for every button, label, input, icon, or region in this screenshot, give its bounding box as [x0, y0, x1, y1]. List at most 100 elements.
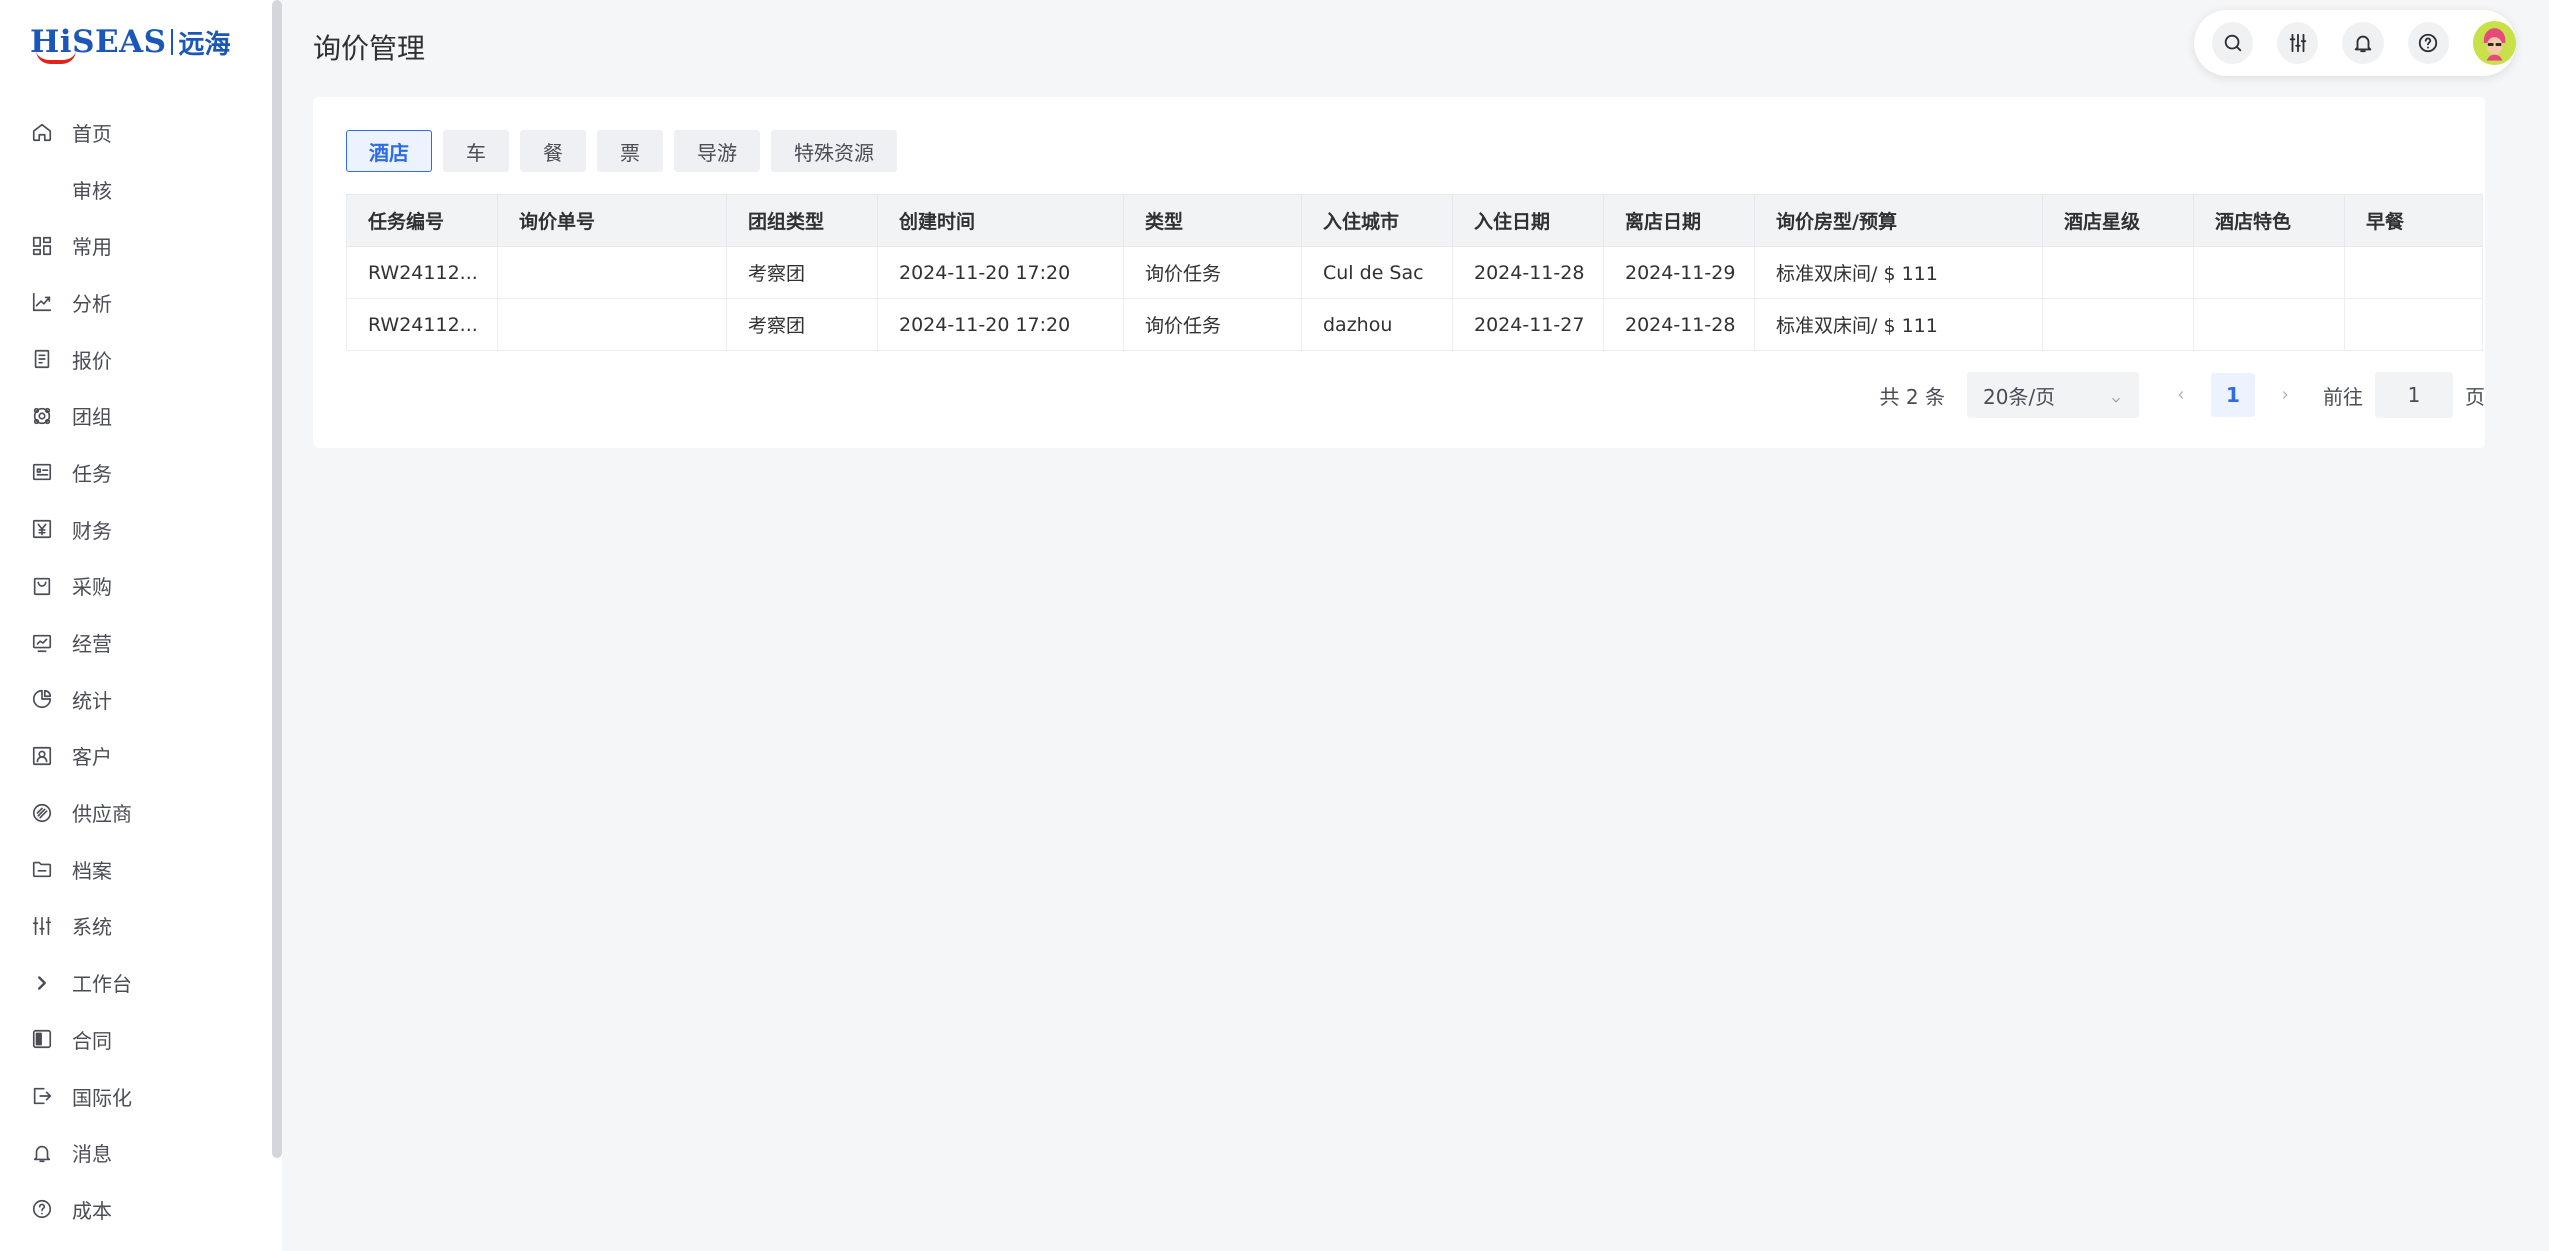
sidebar-item-customer[interactable]: 客户 — [0, 728, 270, 785]
tab-meal[interactable]: 餐 — [520, 130, 586, 172]
sidebar-item-cost[interactable]: 成本 — [0, 1181, 270, 1238]
sidebar-item-label: 首页 — [72, 121, 112, 146]
table-cell — [2344, 298, 2483, 351]
notification-button[interactable] — [2342, 22, 2384, 64]
table-cell: RW24112... — [346, 298, 498, 351]
sidebar-item-i18n[interactable]: 国际化 — [0, 1068, 270, 1125]
column-header[interactable]: 早餐 — [2344, 194, 2483, 247]
sidebar-item-label: 财务 — [72, 518, 112, 543]
column-header[interactable]: 询价房型/预算 — [1754, 194, 2043, 247]
chevron-down-icon — [2109, 388, 2123, 403]
home-icon — [30, 120, 54, 144]
table-cell: RW24112... — [346, 246, 498, 299]
chevron-left-icon — [2178, 391, 2184, 399]
sidebar-item-message[interactable]: 消息 — [0, 1124, 270, 1181]
goto-label: 前往 — [2323, 384, 2363, 409]
sidebar-item-label: 统计 — [72, 688, 112, 713]
sliders-icon — [30, 914, 54, 938]
sidebar-item-common[interactable]: 常用 — [0, 217, 270, 274]
tab-hotel[interactable]: 酒店 — [346, 130, 432, 172]
column-header[interactable]: 离店日期 — [1603, 194, 1755, 247]
bell-icon — [30, 1141, 54, 1165]
sidebar-item-home[interactable]: 首页 — [0, 104, 270, 161]
column-header[interactable]: 任务编号 — [346, 194, 498, 247]
column-header[interactable]: 酒店特色 — [2193, 194, 2345, 247]
sidebar-item-group[interactable]: 团组 — [0, 387, 270, 444]
sidebar-item-label: 合同 — [72, 1028, 112, 1053]
settings-button[interactable] — [2277, 22, 2319, 64]
column-header[interactable]: 酒店星级 — [2042, 194, 2194, 247]
sidebar-item-quote[interactable]: 报价 — [0, 331, 270, 388]
table-row[interactable]: RW24112... 考察团 2024-11-20 17:20 询价任务 daz… — [346, 298, 2483, 351]
pagination-total: 共 2 条 — [1879, 384, 1945, 409]
goto-page-input[interactable] — [2375, 372, 2453, 418]
table-cell: 询价任务 — [1123, 246, 1302, 299]
sidebar-item-statistics[interactable]: 统计 — [0, 671, 270, 728]
sidebar-item-finance[interactable]: 财务 — [0, 501, 270, 558]
sidebar-item-label: 团组 — [72, 405, 112, 430]
sidebar-item-task[interactable]: 任务 — [0, 444, 270, 501]
table-row[interactable]: RW24112... 考察团 2024-11-20 17:20 询价任务 Cul… — [346, 246, 2483, 299]
table-cell: 2024-11-28 — [1603, 298, 1755, 351]
sidebar-item-archive[interactable]: 档案 — [0, 841, 270, 898]
sidebar-item-workbench[interactable]: 工作台 — [0, 954, 270, 1011]
sidebar-menu: 首页 审核 常用 分析 报价 团组 任务 财务 采购 经营 统计 客户 供应商 … — [0, 104, 270, 1238]
prev-page-button[interactable] — [2169, 388, 2193, 402]
table-cell: 2024-11-29 — [1603, 246, 1755, 299]
yen-icon — [30, 517, 54, 541]
column-header[interactable]: 入住城市 — [1301, 194, 1453, 247]
next-page-button[interactable] — [2273, 388, 2297, 402]
folder-icon — [30, 857, 54, 881]
inquiry-card: 酒店 车 餐 票 导游 特殊资源 任务编号 询价单号 团组类型 创建时间 类型 … — [313, 97, 2485, 448]
table-cell: 2024-11-27 — [1452, 298, 1604, 351]
page-size-select[interactable]: 20条/页 — [1967, 372, 2139, 418]
sidebar-item-supplier[interactable]: 供应商 — [0, 784, 270, 841]
sidebar-item-operation[interactable]: 经营 — [0, 614, 270, 671]
inquiry-table: 任务编号 询价单号 团组类型 创建时间 类型 入住城市 入住日期 离店日期 询价… — [346, 194, 2483, 351]
user-avatar-icon — [2472, 21, 2516, 65]
goto-unit: 页 — [2465, 384, 2485, 409]
table-cell: 2024-11-20 17:20 — [877, 298, 1124, 351]
page-number-current[interactable]: 1 — [2211, 373, 2255, 417]
column-header[interactable]: 入住日期 — [1452, 194, 1604, 247]
task-icon — [30, 460, 54, 484]
monitor-icon — [30, 631, 54, 655]
table-cell: 考察团 — [726, 246, 878, 299]
sidebar-item-system[interactable]: 系统 — [0, 898, 270, 955]
search-button[interactable] — [2212, 22, 2254, 64]
column-header[interactable]: 创建时间 — [877, 194, 1124, 247]
sidebar-item-purchase[interactable]: 采购 — [0, 558, 270, 615]
sidebar-item-analysis[interactable]: 分析 — [0, 274, 270, 331]
logo-separator — [170, 29, 173, 55]
help-icon — [30, 1197, 54, 1221]
sidebar-item-label: 供应商 — [72, 802, 132, 827]
tab-ticket[interactable]: 票 — [597, 130, 663, 172]
logo[interactable]: HiSEAS 远海 — [30, 20, 231, 64]
document-icon — [30, 347, 54, 371]
chevron-right-icon — [30, 971, 54, 995]
table-cell — [497, 246, 727, 299]
tab-special-resource[interactable]: 特殊资源 — [771, 130, 897, 172]
exit-icon — [30, 1084, 54, 1108]
tab-guide[interactable]: 导游 — [674, 130, 760, 172]
column-header[interactable]: 询价单号 — [497, 194, 727, 247]
group-icon — [30, 404, 54, 428]
column-header[interactable]: 团组类型 — [726, 194, 878, 247]
sidebar-item-label: 采购 — [72, 575, 112, 600]
chevron-right-icon — [2282, 391, 2288, 399]
column-header[interactable]: 类型 — [1123, 194, 1302, 247]
sidebar-item-contract[interactable]: 合同 — [0, 1011, 270, 1068]
sidebar-item-review[interactable]: 审核 — [0, 161, 270, 218]
trend-icon — [30, 290, 54, 314]
grid-icon — [30, 234, 54, 258]
tab-car[interactable]: 车 — [443, 130, 509, 172]
table-header-row: 任务编号 询价单号 团组类型 创建时间 类型 入住城市 入住日期 离店日期 询价… — [346, 194, 2483, 247]
table-cell: dazhou — [1301, 298, 1453, 351]
table-cell — [2042, 298, 2194, 351]
sidebar-item-label: 系统 — [72, 915, 112, 940]
contract-icon — [30, 1027, 54, 1051]
table-cell — [2193, 298, 2345, 351]
help-button[interactable] — [2407, 22, 2449, 64]
avatar[interactable] — [2472, 21, 2516, 65]
sidebar-scrollbar[interactable] — [272, 0, 282, 1158]
